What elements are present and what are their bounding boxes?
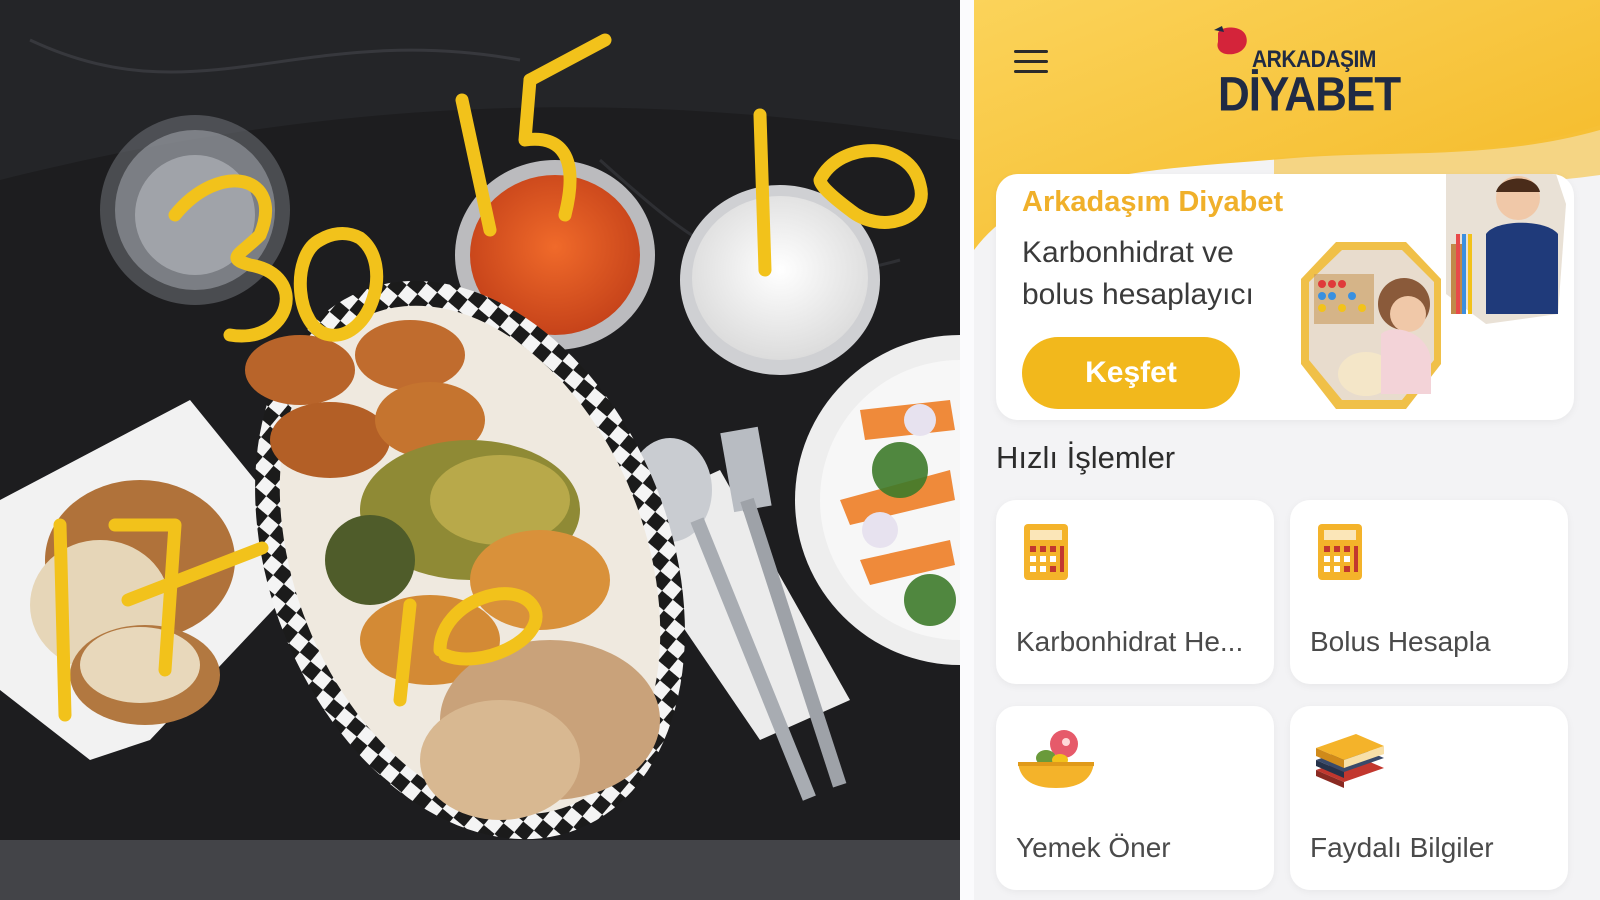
logo-mark-icon (1214, 26, 1247, 55)
useful-info-card[interactable]: Faydalı Bilgiler (1290, 706, 1568, 890)
calculator-icon (1024, 524, 1068, 580)
calculator-icon (1318, 524, 1362, 580)
hero-card: Arkadaşım Diyabet Karbonhidrat ve bolus … (996, 174, 1574, 420)
food-bowl-icon (1018, 730, 1094, 788)
meal-suggest-label: Yemek Öner (1016, 832, 1171, 863)
meal-photo (0, 0, 960, 900)
books-icon (1316, 734, 1384, 788)
logo-text-bottom: DİYABET (1218, 67, 1401, 122)
quick-actions-title: Hızlı İşlemler (996, 440, 1176, 475)
meal-suggest-card[interactable]: Yemek Öner (996, 706, 1274, 890)
bolus-calculator-card[interactable]: Bolus Hesapla (1290, 500, 1568, 684)
hero-subtitle: Karbonhidrat ve bolus hesaplayıcı (1022, 232, 1302, 316)
explore-button[interactable]: Keşfet (1022, 337, 1240, 409)
bolus-calculator-label: Bolus Hesapla (1310, 626, 1491, 657)
panel-divider (960, 0, 974, 900)
hero-subtitle-line2: bolus hesaplayıcı (1022, 278, 1254, 311)
hero-title: Arkadaşım Diyabet (1022, 186, 1284, 218)
hero-subtitle-line1: Karbonhidrat ve (1022, 236, 1234, 269)
app-logo: ARKADAŞIM DİYABET (1210, 18, 1401, 133)
app-screen: ARKADAŞIM DİYABET Arkadaşım Diyabet Karb… (974, 0, 1600, 900)
useful-info-label: Faydalı Bilgiler (1310, 832, 1494, 863)
carb-calculator-card[interactable]: Karbonhidrat He... (996, 500, 1274, 684)
carb-calculator-label: Karbonhidrat He... (1016, 626, 1244, 657)
meal-photo-illustration (0, 0, 960, 900)
hamburger-menu-icon[interactable] (1014, 50, 1048, 74)
kids-illustration (1301, 174, 1566, 409)
